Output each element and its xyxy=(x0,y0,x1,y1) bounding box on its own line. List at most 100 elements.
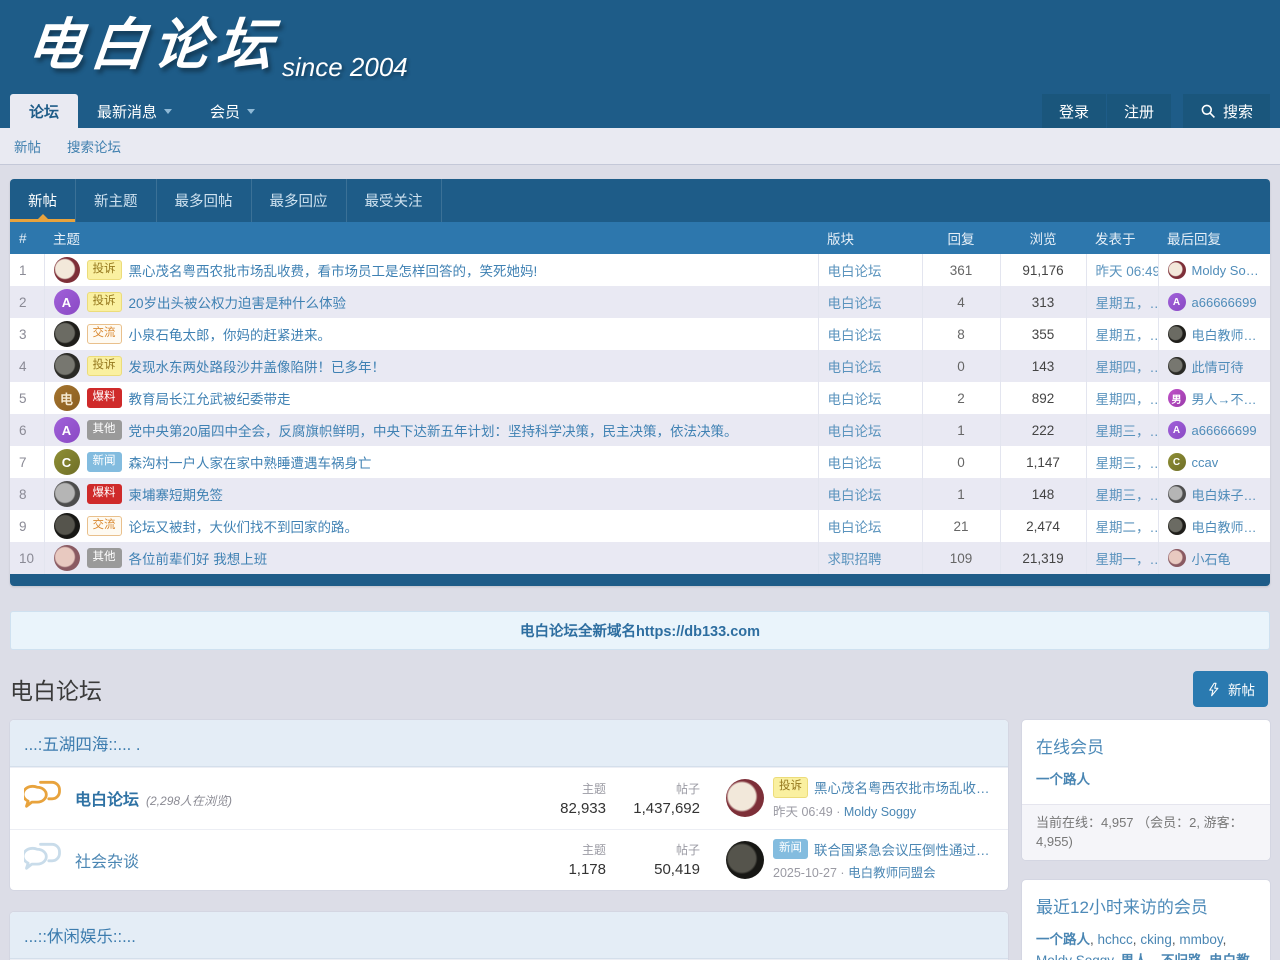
forum-link[interactable]: 电白论坛 xyxy=(828,328,882,343)
topic-author-avatar[interactable] xyxy=(54,353,80,379)
last-reply-avatar[interactable] xyxy=(1168,261,1186,279)
forum-link[interactable]: 电白论坛 xyxy=(828,456,882,471)
register-button[interactable]: 注册 xyxy=(1107,94,1171,128)
domain-banner[interactable]: 电白论坛全新域名https://db133.com xyxy=(10,611,1270,650)
hot-tab-新帖[interactable]: 新帖 xyxy=(10,179,76,222)
member-link[interactable]: 男人→不归路 xyxy=(1121,953,1202,960)
posted-time-link[interactable]: 星期三，… xyxy=(1096,488,1159,503)
latest-post-title-link[interactable]: 联合国紧急会议压倒性通过… xyxy=(814,839,990,859)
nav-tab-论坛[interactable]: 论坛 xyxy=(10,94,78,128)
last-reply-user-link[interactable]: ccav xyxy=(1192,455,1219,470)
topic-author-avatar[interactable]: A xyxy=(54,289,80,315)
posted-time-link[interactable]: 星期三，… xyxy=(1096,424,1159,439)
hot-tab-最受关注[interactable]: 最受关注 xyxy=(347,179,442,222)
topic-title-link[interactable]: 党中央第20届四中全会，反腐旗帜鲜明，中央下达新五年计划：坚持科学决策，民主决策… xyxy=(129,420,738,440)
forum-link[interactable]: 电白论坛 xyxy=(828,488,882,503)
topic-title-link[interactable]: 发现水东两处路段沙井盖像陷阱！已多年！ xyxy=(129,356,386,376)
nav-tab-会员[interactable]: 会员 xyxy=(191,94,274,128)
login-button[interactable]: 登录 xyxy=(1042,94,1106,128)
forum-name-link[interactable]: 社会杂谈 xyxy=(75,848,139,872)
topic-title-link[interactable]: 小泉石龟太郎，你妈的赶紧进来。 xyxy=(129,324,332,344)
last-reply-user-link[interactable]: a66666699 xyxy=(1192,295,1257,310)
topic-prefix-badge[interactable]: 投诉 xyxy=(87,260,122,281)
posted-time-link[interactable]: 星期五，… xyxy=(1096,328,1159,343)
forum-link[interactable]: 电白论坛 xyxy=(828,392,882,407)
forum-link[interactable]: 电白论坛 xyxy=(828,360,882,375)
topic-title-link[interactable]: 森沟村一户人家在家中熟睡遭遇车祸身亡 xyxy=(129,452,372,472)
forum-link[interactable]: 电白论坛 xyxy=(828,520,882,535)
topic-author-avatar[interactable] xyxy=(54,257,80,283)
member-link[interactable]: 一个路人 xyxy=(1036,772,1090,787)
member-link[interactable]: mmboy xyxy=(1179,932,1222,947)
last-reply-avatar[interactable]: A xyxy=(1168,293,1186,311)
topic-title-link[interactable]: 20岁出头被公权力迫害是种什么体验 xyxy=(129,292,347,312)
last-reply-user-link[interactable]: 电白妹子… xyxy=(1192,485,1257,504)
topic-title-link[interactable]: 黑心茂名粤西农批市场乱收费，看市场员工是怎样回答的，笑死她妈! xyxy=(129,260,538,280)
last-reply-user-link[interactable]: 小石龟 xyxy=(1192,549,1231,568)
subnav-link-搜索论坛[interactable]: 搜索论坛 xyxy=(67,136,121,156)
hot-tab-新主题[interactable]: 新主题 xyxy=(76,179,157,222)
topic-prefix-badge[interactable]: 投诉 xyxy=(87,292,122,313)
section-title[interactable]: ...:五湖四海::... . xyxy=(10,720,1008,767)
nav-tab-最新消息[interactable]: 最新消息 xyxy=(78,94,191,128)
last-reply-avatar[interactable]: C xyxy=(1168,453,1186,471)
site-logo[interactable]: 电白论坛 xyxy=(24,0,285,81)
forum-name-link[interactable]: 电白论坛 xyxy=(75,786,139,810)
topic-author-avatar[interactable] xyxy=(54,513,80,539)
topic-title-link[interactable]: 各位前辈们好 我想上班 xyxy=(129,548,268,568)
last-reply-user-link[interactable]: 电白教师… xyxy=(1192,517,1257,536)
topic-prefix-badge[interactable]: 新闻 xyxy=(773,839,808,860)
latest-post-avatar[interactable] xyxy=(726,779,764,817)
member-link[interactable]: hchcc xyxy=(1098,932,1133,947)
member-link[interactable]: cking xyxy=(1140,932,1172,947)
sidebar-box-title[interactable]: 在线会员 xyxy=(1022,720,1270,767)
section-title[interactable]: ...::休闲娱乐::... xyxy=(10,912,1008,959)
topic-author-avatar[interactable]: C xyxy=(54,449,80,475)
hot-tab-最多回应[interactable]: 最多回应 xyxy=(252,179,347,222)
new-post-button[interactable]: 新帖 xyxy=(1193,671,1268,707)
last-reply-avatar[interactable]: 男 xyxy=(1168,389,1186,407)
last-reply-user-link[interactable]: a66666699 xyxy=(1192,423,1257,438)
topic-prefix-badge[interactable]: 其他 xyxy=(87,420,122,441)
posted-time-link[interactable]: 星期二，… xyxy=(1096,520,1159,535)
last-reply-avatar[interactable] xyxy=(1168,325,1186,343)
search-button[interactable]: 搜索 xyxy=(1183,94,1270,128)
topic-author-avatar[interactable]: 电 xyxy=(54,385,80,411)
topic-prefix-badge[interactable]: 其他 xyxy=(87,548,122,569)
topic-prefix-badge[interactable]: 投诉 xyxy=(773,777,808,798)
last-reply-avatar[interactable] xyxy=(1168,549,1186,567)
last-reply-user-link[interactable]: 电白教师… xyxy=(1192,325,1257,344)
topic-prefix-badge[interactable]: 爆料 xyxy=(87,484,122,505)
last-reply-avatar[interactable] xyxy=(1168,485,1186,503)
forum-link[interactable]: 电白论坛 xyxy=(828,264,882,279)
topic-prefix-badge[interactable]: 交流 xyxy=(87,324,122,345)
posted-time-link[interactable]: 星期四，… xyxy=(1096,392,1159,407)
last-reply-avatar[interactable] xyxy=(1168,357,1186,375)
forum-link[interactable]: 电白论坛 xyxy=(828,424,882,439)
posted-time-link[interactable]: 星期五，… xyxy=(1096,296,1159,311)
topic-title-link[interactable]: 论坛又被封，大伙们找不到回家的路。 xyxy=(129,516,359,536)
last-reply-user-link[interactable]: Moldy So… xyxy=(1192,263,1259,278)
last-reply-user-link[interactable]: 此情可待 xyxy=(1192,357,1244,376)
forum-link[interactable]: 电白论坛 xyxy=(828,296,882,311)
forum-icon-wrap[interactable] xyxy=(24,841,62,879)
topic-author-avatar[interactable] xyxy=(54,481,80,507)
topic-author-avatar[interactable]: A xyxy=(54,417,80,443)
latest-post-author-link[interactable]: Moldy Soggy xyxy=(844,805,916,819)
latest-post-title-link[interactable]: 黑心茂名粤西农批市场乱收… xyxy=(814,777,990,797)
topic-author-avatar[interactable] xyxy=(54,545,80,571)
posted-time-link[interactable]: 星期三，… xyxy=(1096,456,1159,471)
topic-author-avatar[interactable] xyxy=(54,321,80,347)
posted-time-link[interactable]: 星期一，… xyxy=(1096,552,1159,567)
member-link[interactable]: Moldy Soggy xyxy=(1036,953,1113,960)
topic-prefix-badge[interactable]: 投诉 xyxy=(87,356,122,377)
topic-title-link[interactable]: 柬埔寨短期免签 xyxy=(129,484,224,504)
forum-icon-wrap[interactable] xyxy=(24,779,62,817)
last-reply-user-link[interactable]: 男人→不… xyxy=(1192,389,1257,408)
last-reply-avatar[interactable] xyxy=(1168,517,1186,535)
topic-prefix-badge[interactable]: 新闻 xyxy=(87,452,122,473)
topic-prefix-badge[interactable]: 交流 xyxy=(87,516,122,537)
topic-title-link[interactable]: 教育局长江允武被纪委带走 xyxy=(129,388,291,408)
latest-post-avatar[interactable] xyxy=(726,841,764,879)
topic-prefix-badge[interactable]: 爆料 xyxy=(87,388,122,409)
